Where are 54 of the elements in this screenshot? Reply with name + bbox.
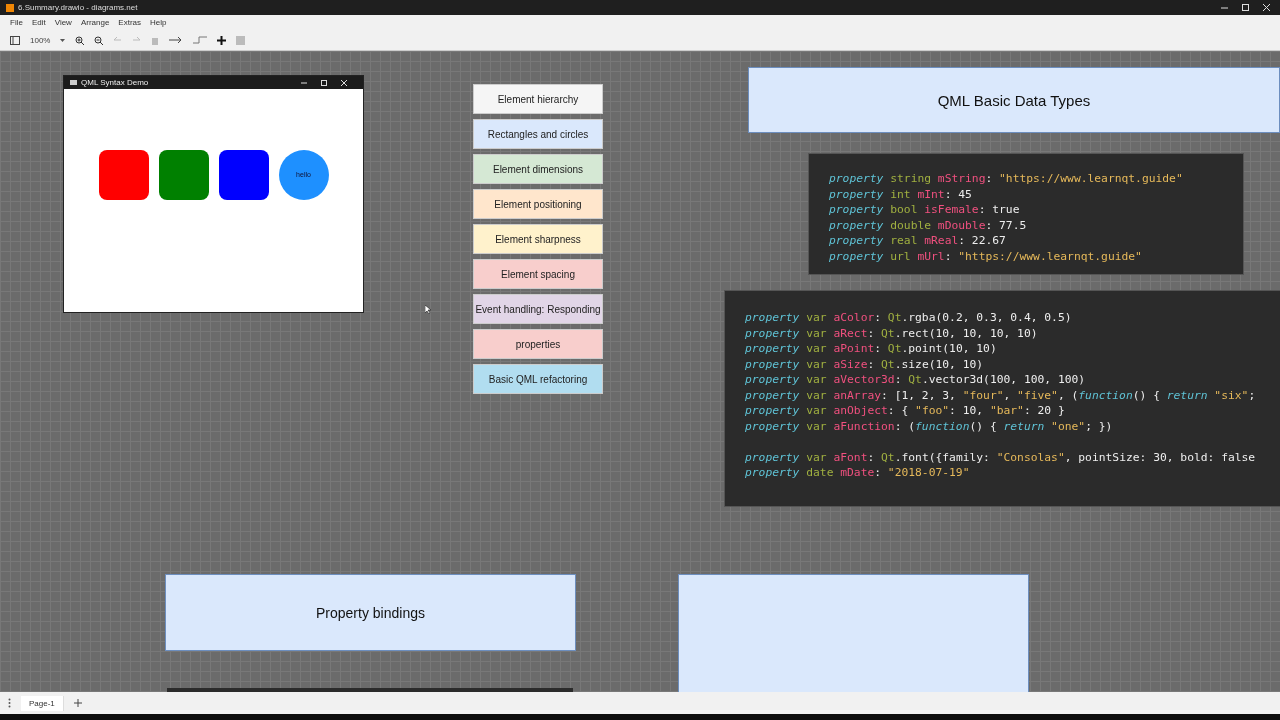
code-line: property bool isFemale: true xyxy=(829,202,1021,218)
maximize-icon[interactable] xyxy=(1242,4,1249,11)
insert-icon[interactable] xyxy=(217,35,227,45)
bindings-text: Property bindings xyxy=(316,604,425,621)
menu-item[interactable]: Extras xyxy=(118,18,142,27)
zoom-out-icon[interactable] xyxy=(94,35,104,45)
code-line: property string mString: "https://www.learnqt.guide" xyxy=(829,171,1184,187)
close-icon[interactable] xyxy=(341,79,347,86)
topic-box: Element dimensions xyxy=(473,154,603,184)
code-line: property var aFont: Qt.font({family: "Consolas", pointSize: 30, bold: false xyxy=(745,449,1257,465)
heading-text: QML Basic Data Types xyxy=(937,91,1091,109)
topic-box: properties xyxy=(473,329,603,359)
close-icon[interactable] xyxy=(1263,4,1270,11)
code-line: property url mUrl: "https://www.learnqt.guide" xyxy=(829,248,1143,264)
menu-item[interactable]: Edit xyxy=(31,18,46,27)
code-line: property var aRect: Qt.rect(10, 10, 10, 10) xyxy=(745,325,1039,341)
minimize-icon[interactable] xyxy=(301,79,307,86)
zoom-dropdown[interactable]: 100% xyxy=(30,35,51,45)
topic-box: Event handling: Responding xyxy=(473,294,603,324)
code-line: property var aVector3d: Qt.vector3d(100, 100, 100) xyxy=(745,372,1087,388)
topic-box: Element hierarchy xyxy=(473,84,603,114)
code-line: property date mDate: "2018-07-19" xyxy=(745,465,971,481)
minimize-icon[interactable] xyxy=(1221,4,1228,11)
maximize-icon[interactable] xyxy=(321,79,327,86)
code-line: property var anObject: { "foo": 10, "bar": 20 } xyxy=(745,403,1066,419)
topic-box: Rectangles and circles xyxy=(473,119,603,149)
window-title: QML Syntax Demo xyxy=(81,78,150,87)
code-line: property var anArray: [1, 2, 3, "four", "five", (function() { return "six"; xyxy=(745,387,1257,403)
topic-box: Element spacing xyxy=(473,259,603,289)
panel-icon[interactable] xyxy=(10,35,20,45)
topic-box: Basic QML refactoring xyxy=(473,364,603,394)
code-line: property real mReal: 22.67 xyxy=(829,233,1007,249)
code-line: property int mInt: 45 xyxy=(829,186,973,202)
topic-box: Element positioning xyxy=(473,189,603,219)
menu-item[interactable]: File xyxy=(10,18,23,27)
add-page-icon[interactable] xyxy=(73,699,82,707)
window-title: 6.Summary.drawio - diagrams.net xyxy=(18,3,139,12)
zoom-in-icon[interactable] xyxy=(75,35,85,45)
cursor-icon xyxy=(425,305,431,314)
window-icon xyxy=(70,80,77,85)
menu-item[interactable]: View xyxy=(54,18,72,27)
code-line: property var aSize: Qt.size(10, 10) xyxy=(745,356,985,372)
topic-box: Element sharpness xyxy=(473,224,603,254)
menu-item[interactable]: Help xyxy=(150,18,167,27)
code-line: property var aPoint: Qt.point(10, 10) xyxy=(745,341,998,357)
more-icon[interactable] xyxy=(8,698,11,708)
menu-item[interactable]: Arrange xyxy=(80,18,110,27)
code-line: property double mDouble: 77.5 xyxy=(829,217,1028,233)
code-line: property var aColor: Qt.rgba(0.2, 0.3, 0.4, 0.5) xyxy=(745,310,1073,326)
code-line: property var aFunction: (function() { return "one"; }) xyxy=(745,418,1114,434)
app-icon xyxy=(6,3,14,12)
page-tab[interactable]: Page-1 xyxy=(21,695,64,711)
connector-icon[interactable] xyxy=(169,36,184,44)
caret-icon xyxy=(60,38,66,42)
